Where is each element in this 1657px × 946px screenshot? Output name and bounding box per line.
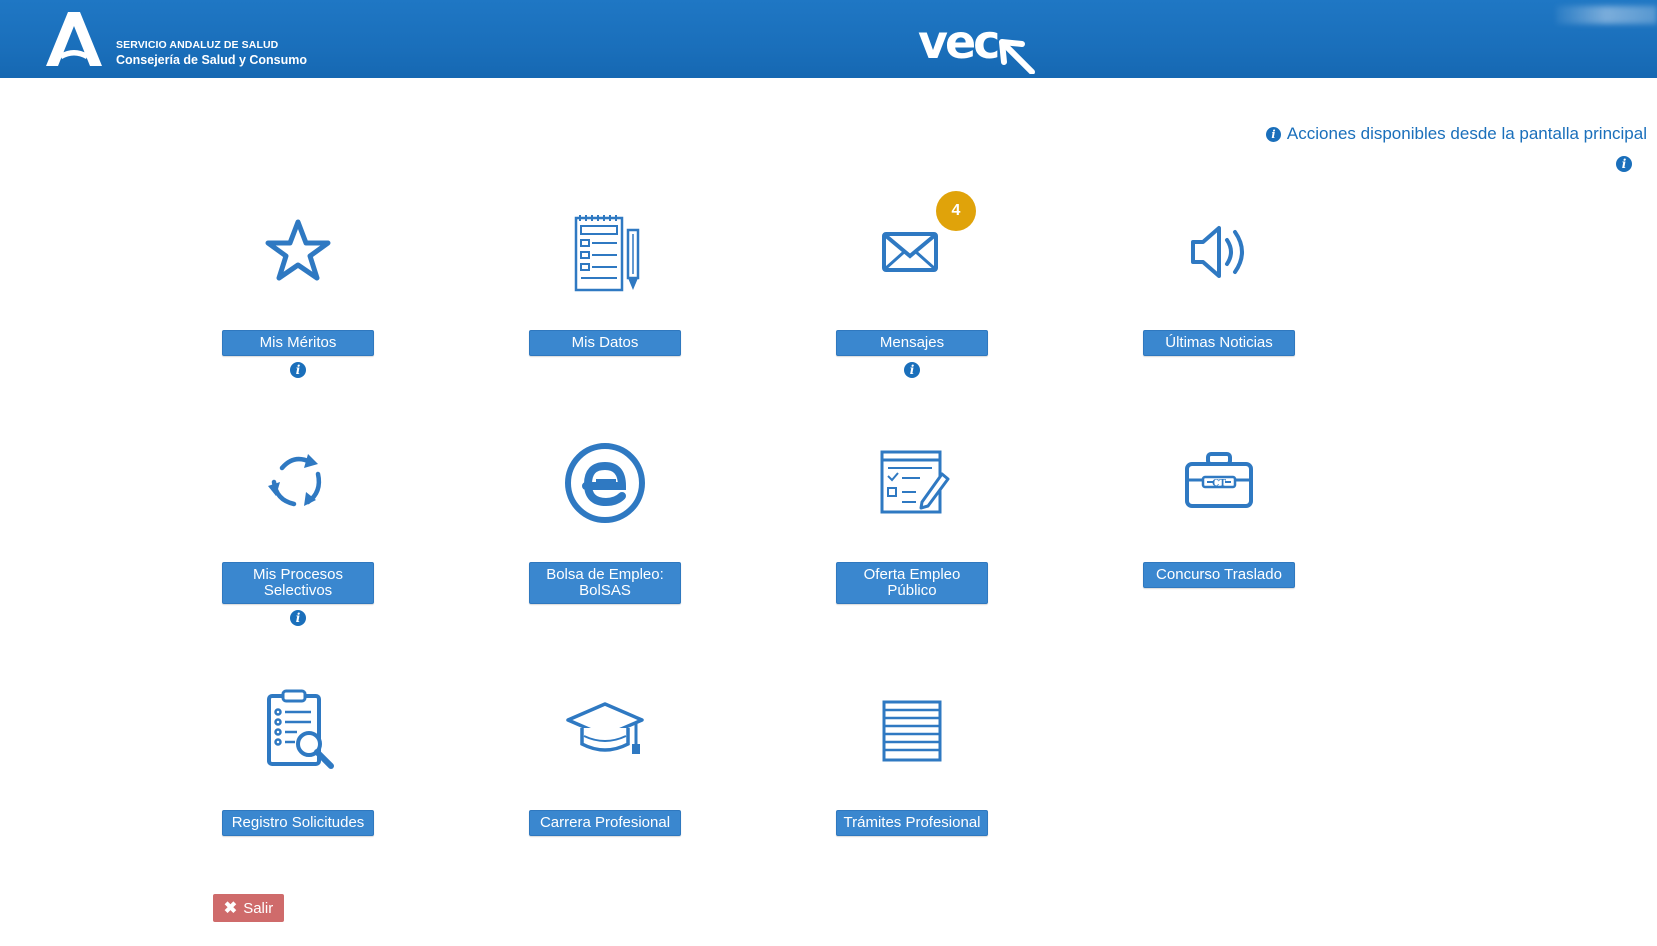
info-icon: i [1265, 126, 1281, 142]
mensajes-button[interactable]: Mensajes [836, 330, 988, 356]
tile-mis-procesos: Mis Procesos Selectivos i [222, 440, 374, 626]
close-icon: ✖ [223, 900, 238, 917]
tile-mis-datos: Mis Datos [529, 212, 681, 356]
tile-ultimas-noticias: Últimas Noticias [1143, 212, 1295, 356]
ultimas-noticias-button[interactable]: Últimas Noticias [1143, 330, 1295, 356]
tile-tramites-profesional: Trámites Profesional [836, 688, 988, 836]
concurso-traslado-button[interactable]: Concurso Traslado [1143, 562, 1295, 588]
org-line1: SERVICIO ANDALUZ DE SALUD [116, 39, 279, 51]
bolsa-empleo-button[interactable]: Bolsa de Empleo: BolSAS [529, 562, 681, 604]
vec-logo: vec [918, 15, 1035, 74]
speaker-icon[interactable] [1179, 212, 1259, 292]
tile-mis-meritos: Mis Méritos i [222, 212, 374, 378]
user-info-blurred [1556, 6, 1657, 24]
e-letter-icon[interactable] [562, 440, 648, 526]
info-icon[interactable]: i [1616, 156, 1632, 172]
top-header: SERVICIO ANDALUZ DE SALUD Consejería de … [0, 0, 1657, 78]
tile-carrera-profesional: Carrera Profesional [529, 688, 681, 836]
checklist-form-icon[interactable] [872, 440, 952, 520]
star-icon[interactable] [258, 212, 338, 292]
vec-logo-text: vec [918, 15, 998, 69]
graduation-cap-icon[interactable] [562, 688, 648, 774]
mis-meritos-button[interactable]: Mis Méritos [222, 330, 374, 356]
briefcase-icon[interactable]: CT [1179, 440, 1259, 520]
mis-datos-button[interactable]: Mis Datos [529, 330, 681, 356]
junta-andalucia-logo [46, 12, 102, 66]
help-text: Acciones disponibles desde la pantalla p… [1286, 124, 1647, 143]
unread-badge: 4 [936, 191, 976, 231]
document-lines-icon[interactable] [872, 688, 952, 768]
refresh-icon[interactable] [258, 440, 338, 520]
carrera-profesional-button[interactable]: Carrera Profesional [529, 810, 681, 836]
svg-text:CT: CT [1212, 479, 1226, 489]
mis-procesos-selectivos-button[interactable]: Mis Procesos Selectivos [222, 562, 374, 604]
org-line2: Consejería de Salud y Consumo [116, 53, 308, 67]
info-icon[interactable]: i [904, 362, 920, 378]
exit-label: Salir [243, 899, 274, 917]
clipboard-search-icon[interactable] [255, 688, 341, 774]
tile-bolsa-empleo: Bolsa de Empleo: BolSAS [529, 440, 681, 604]
organization-name: SERVICIO ANDALUZ DE SALUD Consejería de … [116, 38, 307, 68]
exit-button[interactable]: ✖ Salir [213, 894, 284, 922]
tile-concurso-traslado: CT Concurso Traslado [1143, 440, 1295, 588]
tile-oferta-empleo: Oferta Empleo Público [836, 440, 988, 604]
info-icon[interactable]: i [290, 610, 306, 626]
tile-mensajes: 4 Mensajes i [836, 191, 988, 378]
help-link[interactable]: i Acciones disponibles desde la pantalla… [1265, 124, 1647, 144]
info-icon[interactable]: i [290, 362, 306, 378]
registro-solicitudes-button[interactable]: Registro Solicitudes [222, 810, 374, 836]
oferta-empleo-publico-button[interactable]: Oferta Empleo Público [836, 562, 988, 604]
tile-registro-solicitudes: Registro Solicitudes [222, 688, 374, 836]
tramites-profesional-button[interactable]: Trámites Profesional [836, 810, 988, 836]
notebook-icon[interactable] [565, 212, 645, 296]
